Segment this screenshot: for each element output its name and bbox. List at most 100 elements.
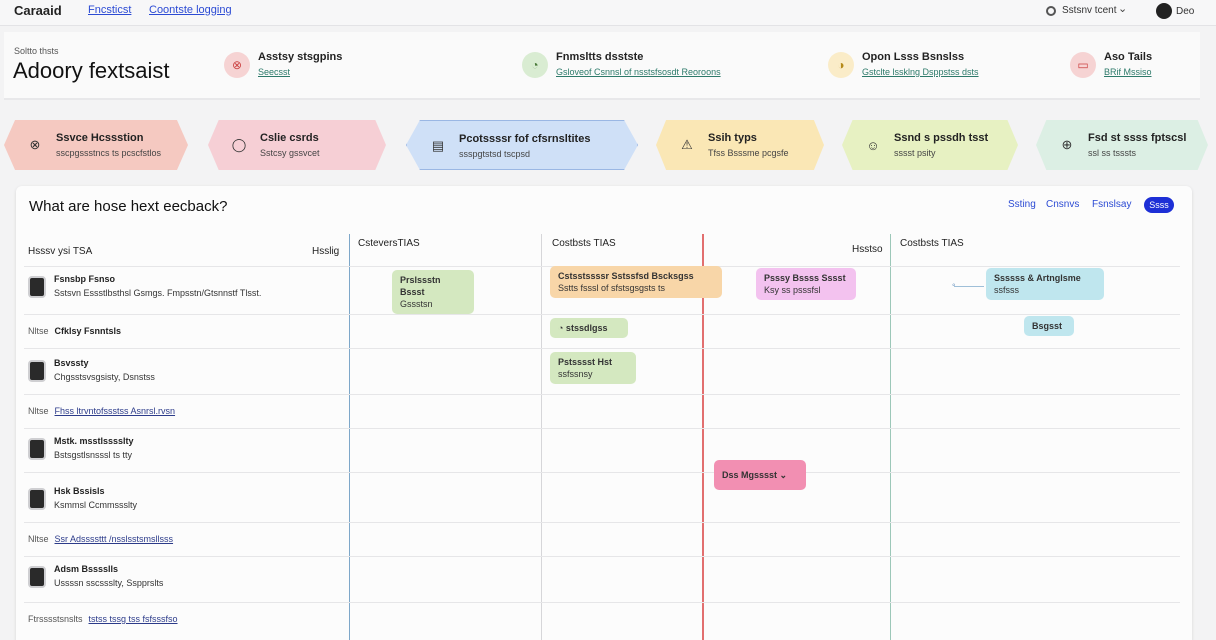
row-note: Nltse Ssr Adssssttt /nsslsstsmsllsss xyxy=(28,534,174,544)
page-header: Soltto thsts Adoory fextsaist ⊗ Asstsy s… xyxy=(4,32,1200,100)
stat-link[interactable]: Seecsst xyxy=(258,67,290,77)
stat-title: Opon Lsss Bsnslss xyxy=(862,51,965,63)
stage-4[interactable]: ⚠ Ssih typs Tfss Bsssme pcgsfe xyxy=(656,120,824,170)
card-sub: ssfssnsy xyxy=(558,369,593,379)
stage-1[interactable]: ⊗ Ssvce Hcssstion sscpgssstncs ts pcscfs… xyxy=(4,120,188,170)
brand-logo[interactable]: Caraaid xyxy=(14,3,62,18)
view-select[interactable]: Sstsnv tcent xyxy=(1062,5,1116,16)
user-name[interactable]: Deo xyxy=(1176,6,1194,17)
smile-icon: ☺ xyxy=(866,137,880,153)
page-kicker: Soltto thsts xyxy=(14,46,59,56)
stage-icon: ⊗ xyxy=(29,137,41,152)
row-divider xyxy=(24,556,1180,557)
column-divider xyxy=(349,234,350,640)
page-title: Adoory fextsaist xyxy=(13,58,170,83)
col-header-1: CsteversTIAS xyxy=(358,238,420,249)
stage-sub: Tfss Bsssme pcgsfe xyxy=(708,148,789,158)
stage-icon: ◯ xyxy=(231,137,247,152)
feedback-card[interactable]: Ssssss & Artnglsme ssfsss xyxy=(986,268,1104,300)
col-header-2: Costbsts TIAS xyxy=(552,238,616,249)
col-header-3: Hsstso xyxy=(852,244,883,255)
stage-sub: ssl ss tsssts xyxy=(1088,148,1137,158)
stage-icon: ▤ xyxy=(431,138,445,153)
row-divider xyxy=(24,522,1180,523)
row-divider xyxy=(24,602,1180,603)
col-header-left: Hsssv ysi TSA xyxy=(28,246,93,257)
col-header-left-right: Hsslig xyxy=(312,246,340,257)
stage-6[interactable]: ⊕ Fsd st ssss fptscsl ssl ss tsssts xyxy=(1036,120,1208,170)
board-question: What are hose hext eecback? xyxy=(29,198,228,215)
column-divider xyxy=(890,234,891,640)
row-divider xyxy=(24,348,1180,349)
stage-title: Pcotssssr fof cfsrnsltites xyxy=(459,133,591,145)
filter-link-3[interactable]: Fsnslsay xyxy=(1092,199,1131,210)
feedback-board: What are hose hext eecback? Ssting Cnsnv… xyxy=(16,186,1192,640)
stage-title: Ssih typs xyxy=(708,132,757,144)
card-sub: Ksy ss psssfsl xyxy=(764,285,821,295)
card-title: Psssy Bssss Sssst xyxy=(764,273,846,283)
column-divider xyxy=(541,234,542,640)
avatar xyxy=(28,276,46,298)
feedback-card[interactable]: Psssy Bssss Sssst Ksy ss psssfsl xyxy=(756,268,856,300)
feedback-card[interactable]: Cstsstssssr Sstssfsd Bscksgss Sstts fsss… xyxy=(550,266,722,298)
chevron-down-icon[interactable]: ⌄ xyxy=(1118,2,1127,15)
card-sub: ssfsss xyxy=(994,285,1020,295)
stat-link[interactable]: BRif Mssiso xyxy=(1104,67,1152,77)
nav-link-2[interactable]: Coontste logging xyxy=(149,4,232,16)
row-divider xyxy=(24,428,1180,429)
stage-title: Fsd st ssss fptscsl xyxy=(1088,132,1187,144)
stage-sub: ssspgtstsd tscpsd xyxy=(459,149,531,159)
row-name: Adsm Bsssslls xyxy=(54,564,119,574)
stat-title: Fnmsltts dsstste xyxy=(556,51,644,63)
card-title: Ssssss & Artnglsme xyxy=(994,273,1081,283)
nav-link-1[interactable]: Fncsticst xyxy=(88,4,131,16)
feedback-card[interactable]: Dss Mgsssst ⌄ xyxy=(714,460,806,490)
stat-title: Aso Tails xyxy=(1104,51,1153,63)
card-title: Pstsssst Hst xyxy=(558,357,613,367)
stage-sub: sscpgssstncs ts pcscfstlos xyxy=(56,148,162,158)
row-sub: Sstsvn Essstlbsthsl Gsmgs. Fmpsstn/Gtsnn… xyxy=(54,288,262,298)
row-divider xyxy=(24,394,1180,395)
filter-pill[interactable]: Ssss xyxy=(1144,197,1174,213)
avatar xyxy=(28,566,46,588)
stage-2[interactable]: ◯ Cslie csrds Sstcsy gssvcet xyxy=(208,120,386,170)
stage-title: Ssvce Hcssstion xyxy=(56,132,144,144)
feedback-card[interactable]: Bsgsst xyxy=(1024,316,1074,336)
stat-title: Asstsy stsgpins xyxy=(258,51,343,63)
user-avatar[interactable] xyxy=(1156,3,1172,19)
feedback-card[interactable]: Prslssstn Bssst Gssstsn xyxy=(392,270,474,314)
feedback-card[interactable]: ◔ stssdlgss xyxy=(550,318,628,338)
card-connector xyxy=(954,286,984,287)
stat-icon: ◔ xyxy=(522,52,548,78)
stat-link[interactable]: Gstclte lssklng Dsppstss dsts xyxy=(862,67,979,77)
stage-3[interactable]: ▤ Pcotssssr fof cfsrnsltites ssspgtstsd … xyxy=(406,120,638,170)
card-title: ◔ stssdlgss xyxy=(558,323,608,333)
stage-sub: sssst psity xyxy=(894,148,936,158)
row-sub: Ksmmsl Ccmmssslty xyxy=(54,500,137,510)
row-name: Mstk. msstlsssslty xyxy=(54,436,134,446)
row-name: Bsvssty xyxy=(54,358,89,368)
card-sub: Sstts fsssl of sfstsgsgsts ts xyxy=(558,283,666,293)
row-divider xyxy=(24,314,1180,315)
row-note: Nltse Fhss ltrvntofssstss Asnrsl.rvsn xyxy=(28,406,176,416)
row-note: Nltse Cfklsy Fsnntsls xyxy=(28,326,122,336)
stage-title: Ssnd s pssdh tsst xyxy=(894,132,989,144)
stat-link[interactable]: Gsloveof Csnnsl of nsstsfsosdt Reoroons xyxy=(556,67,721,77)
row-note: Ftrsssstsnslts tstss tssg tss fsfsssfso xyxy=(28,614,178,624)
row-name: Fsnsbp Fsnso xyxy=(54,274,116,284)
warning-icon: ⚠ xyxy=(681,137,693,152)
feedback-card[interactable]: Pstsssst Hst ssfssnsy xyxy=(550,352,636,384)
row-divider xyxy=(24,472,1180,473)
stat-icon: ▭ xyxy=(1070,52,1096,78)
filter-link-1[interactable]: Ssting xyxy=(1008,199,1036,210)
stage-5[interactable]: ☺ Ssnd s pssdh tsst sssst psity xyxy=(842,120,1018,170)
stage-sub: Sstcsy gssvcet xyxy=(260,148,320,158)
row-sub: Bstsgstlsnsssl ts tty xyxy=(54,450,133,460)
stage-title: Cslie csrds xyxy=(260,132,319,144)
col-header-4: Costbsts TIAS xyxy=(900,238,964,249)
filter-link-2[interactable]: Cnsnvs xyxy=(1046,199,1079,210)
avatar xyxy=(28,360,46,382)
row-sub: Ussssn sscssslty, Sspprslts xyxy=(54,578,164,588)
card-title: Cstsstssssr Sstssfsd Bscksgss xyxy=(558,271,694,281)
avatar xyxy=(28,488,46,510)
